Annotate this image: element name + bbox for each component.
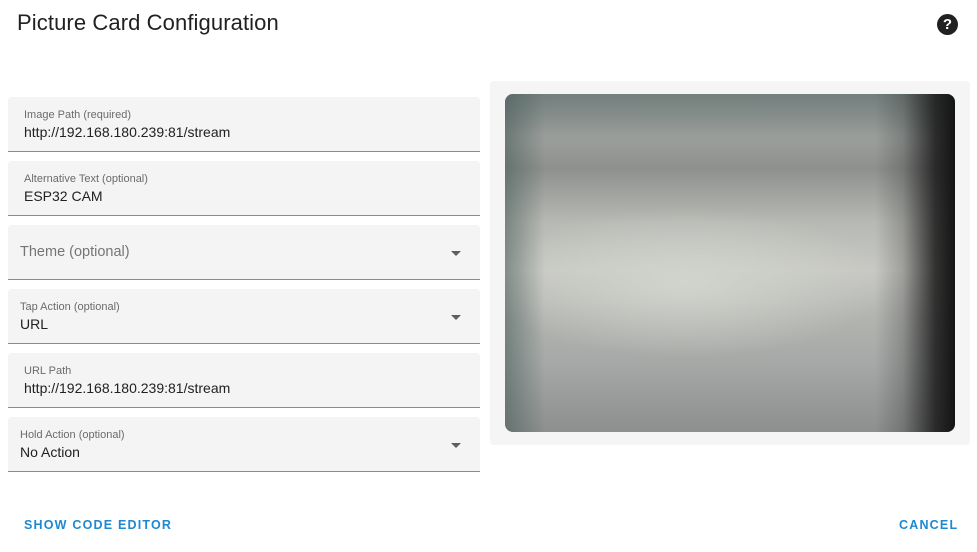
image-path-value[interactable]: http://192.168.180.239:81/stream <box>24 124 230 140</box>
alternative-text-label: Alternative Text (optional) <box>24 173 148 185</box>
theme-placeholder: Theme (optional) <box>20 244 130 260</box>
chevron-down-icon[interactable] <box>451 443 461 448</box>
theme-select[interactable]: Theme (optional) <box>8 225 480 280</box>
url-path-field[interactable]: URL Path http://192.168.180.239:81/strea… <box>8 353 480 408</box>
image-left-shade <box>505 94 545 432</box>
card-preview <box>490 81 970 445</box>
image-path-field[interactable]: Image Path (required) http://192.168.180… <box>8 97 480 152</box>
tap-action-label: Tap Action (optional) <box>20 301 120 313</box>
image-path-label: Image Path (required) <box>24 109 131 121</box>
camera-stream-image[interactable] <box>505 94 955 432</box>
hold-action-label: Hold Action (optional) <box>20 429 125 441</box>
image-right-shade <box>875 94 955 432</box>
dialog-title: Picture Card Configuration <box>17 10 279 35</box>
hold-action-select[interactable]: Hold Action (optional) No Action <box>8 417 480 472</box>
cancel-button[interactable]: CANCEL <box>899 518 958 532</box>
picture-card-configuration-dialog: Picture Card Configuration ? Image Path … <box>0 0 977 552</box>
url-path-label: URL Path <box>24 365 72 377</box>
alternative-text-value[interactable]: ESP32 CAM <box>24 188 103 204</box>
alternative-text-field[interactable]: Alternative Text (optional) ESP32 CAM <box>8 161 480 216</box>
chevron-down-icon[interactable] <box>451 251 461 256</box>
tap-action-select[interactable]: Tap Action (optional) URL <box>8 289 480 344</box>
tap-action-value: URL <box>20 316 49 332</box>
hold-action-value: No Action <box>20 444 80 460</box>
help-icon[interactable]: ? <box>937 14 958 35</box>
url-path-value[interactable]: http://192.168.180.239:81/stream <box>24 380 230 396</box>
show-code-editor-button[interactable]: SHOW CODE EDITOR <box>24 518 172 532</box>
chevron-down-icon[interactable] <box>451 315 461 320</box>
